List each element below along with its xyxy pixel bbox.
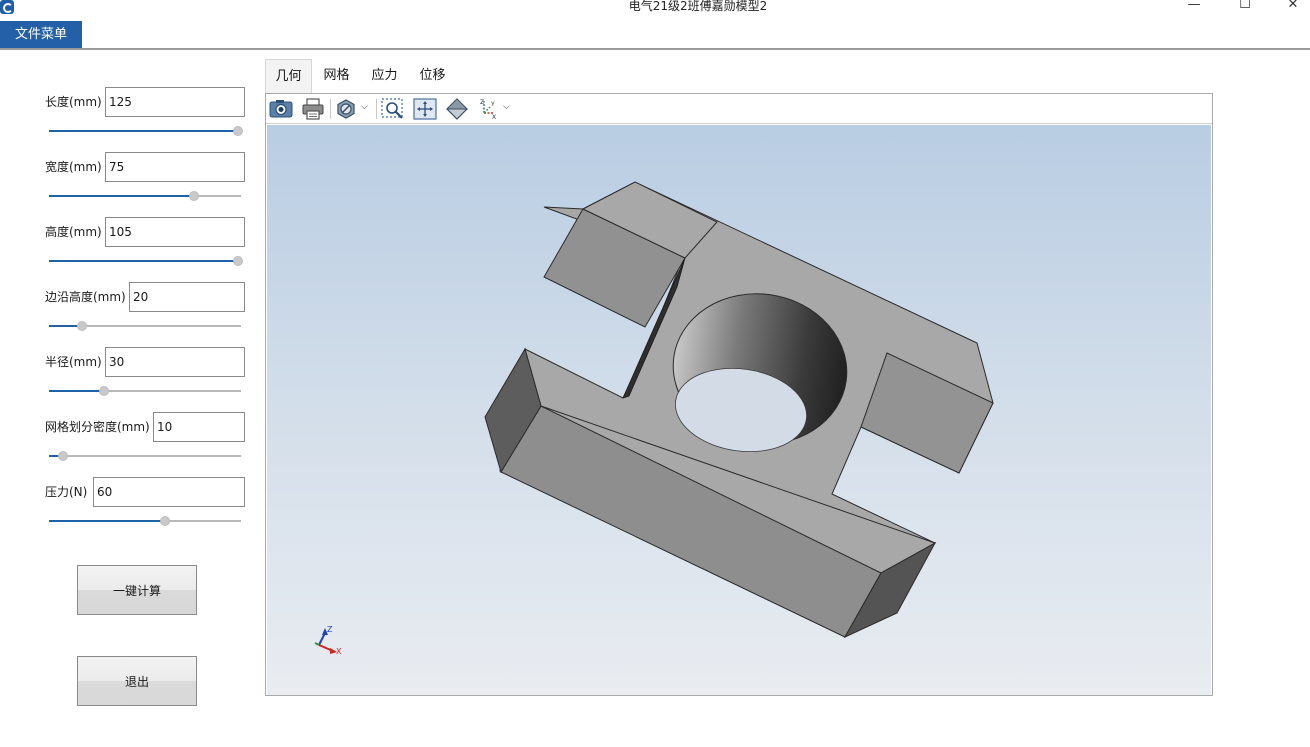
- edge-height-label: 边沿高度(mm): [45, 290, 126, 304]
- height-slider[interactable]: [49, 254, 243, 268]
- slider-thumb[interactable]: [77, 321, 88, 331]
- toolbar-separator: [376, 99, 377, 119]
- slider-thumb[interactable]: [58, 451, 69, 461]
- svg-text:Y: Y: [490, 101, 495, 108]
- minimize-button[interactable]: —: [1171, 0, 1217, 14]
- edge-height-slider[interactable]: [49, 319, 241, 333]
- edge-height-input[interactable]: 20: [129, 282, 245, 312]
- mesh-density-label: 网格划分密度(mm): [45, 420, 150, 434]
- slider-track: [49, 455, 241, 457]
- maximize-button[interactable]: ☐: [1222, 0, 1268, 14]
- height-label: 高度(mm): [45, 225, 102, 239]
- slider-fill: [49, 130, 241, 132]
- length-slider[interactable]: [49, 124, 243, 138]
- radius-label: 半径(mm): [45, 355, 102, 369]
- zoom-window-icon[interactable]: [380, 97, 406, 121]
- pressure-input[interactable]: 60: [93, 477, 245, 507]
- mesh-density-slider[interactable]: [49, 449, 241, 463]
- 3d-model: Z X: [314, 181, 994, 656]
- fit-all-icon[interactable]: [412, 97, 438, 121]
- pressure-slider[interactable]: [49, 514, 241, 528]
- calculate-button[interactable]: 一键计算: [77, 565, 197, 615]
- exit-button[interactable]: 退出: [77, 656, 197, 706]
- radius-slider[interactable]: [49, 384, 241, 398]
- chevron-down-icon[interactable]: ⌵: [503, 102, 510, 112]
- toolbar-separator: [330, 99, 331, 119]
- slider-thumb[interactable]: [98, 386, 109, 396]
- pressure-label: 压力(N): [45, 485, 88, 499]
- axis-x-label: X: [336, 647, 342, 656]
- slider-thumb[interactable]: [233, 256, 243, 266]
- length-label: 长度(mm): [45, 95, 102, 109]
- 3d-viewport[interactable]: Z X: [267, 125, 1211, 695]
- slider-fill: [49, 390, 107, 392]
- slider-thumb[interactable]: [233, 126, 243, 136]
- height-input[interactable]: 105: [105, 217, 245, 247]
- slider-thumb[interactable]: [188, 191, 199, 201]
- svg-text:X: X: [492, 114, 496, 121]
- tab-displacement[interactable]: 位移: [409, 59, 456, 93]
- model-viewer: ⌵ Z Y X ⌵ Z X: [265, 93, 1213, 696]
- file-menu[interactable]: 文件菜单: [0, 21, 82, 48]
- slider-fill: [49, 195, 197, 197]
- close-button[interactable]: ✕: [1270, 0, 1310, 14]
- length-input[interactable]: 125: [105, 87, 245, 117]
- radius-input[interactable]: 30: [105, 347, 245, 377]
- chevron-down-icon[interactable]: ⌵: [361, 102, 368, 112]
- svg-text:Z: Z: [480, 99, 484, 106]
- print-icon[interactable]: [300, 97, 326, 121]
- slider-thumb[interactable]: [160, 516, 171, 526]
- menu-bar: 文件菜单: [0, 19, 1310, 50]
- title-bar: 电气21级2班傅嘉勋模型2 — ☐ ✕: [0, 0, 1310, 19]
- display-mode-icon[interactable]: [333, 97, 359, 121]
- slider-fill: [49, 260, 241, 262]
- view-cube-icon[interactable]: [444, 97, 470, 121]
- camera-icon[interactable]: [268, 97, 294, 121]
- axis-view-icon[interactable]: Z Y X: [476, 97, 502, 121]
- tab-mesh[interactable]: 网格: [313, 59, 360, 93]
- window-title: 电气21级2班傅嘉勋模型2: [628, 0, 768, 13]
- viewer-toolbar: ⌵ Z Y X ⌵: [266, 94, 1212, 124]
- axis-triad: Z X: [314, 625, 342, 656]
- axis-z-label: Z: [327, 625, 333, 634]
- width-input[interactable]: 75: [105, 152, 245, 182]
- tab-stress[interactable]: 应力: [361, 59, 408, 93]
- width-label: 宽度(mm): [45, 160, 102, 174]
- slider-fill: [49, 520, 169, 522]
- tab-geometry[interactable]: 几何: [265, 59, 312, 93]
- width-slider[interactable]: [49, 189, 241, 203]
- mesh-density-input[interactable]: 10: [153, 412, 245, 442]
